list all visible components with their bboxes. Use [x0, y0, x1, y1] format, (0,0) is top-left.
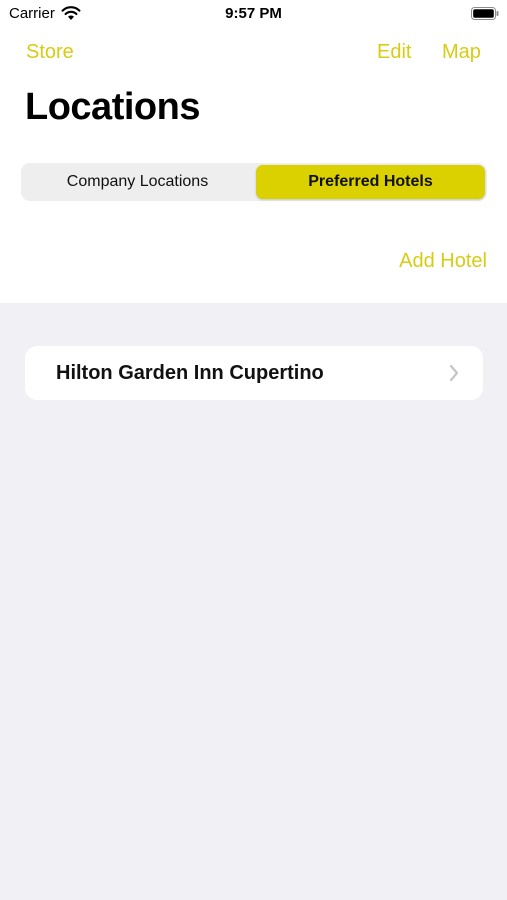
- edit-button[interactable]: Edit: [377, 41, 411, 64]
- page-title: Locations: [25, 86, 200, 128]
- status-time: 9:57 PM: [225, 5, 282, 22]
- map-button[interactable]: Map: [442, 41, 481, 64]
- add-hotel-button[interactable]: Add Hotel: [399, 250, 487, 273]
- segment-company-locations[interactable]: Company Locations: [23, 165, 252, 199]
- store-button[interactable]: Store: [26, 41, 74, 64]
- chevron-right-icon: [449, 364, 459, 382]
- segment-preferred-hotels[interactable]: Preferred Hotels: [256, 165, 485, 199]
- battery-icon: [471, 7, 499, 20]
- list-item-hotel[interactable]: Hilton Garden Inn Cupertino: [25, 346, 483, 400]
- hotel-name-label: Hilton Garden Inn Cupertino: [56, 362, 324, 384]
- segmented-control: Company Locations Preferred Hotels: [21, 163, 487, 201]
- status-bar: Carrier 9:57 PM: [0, 0, 507, 30]
